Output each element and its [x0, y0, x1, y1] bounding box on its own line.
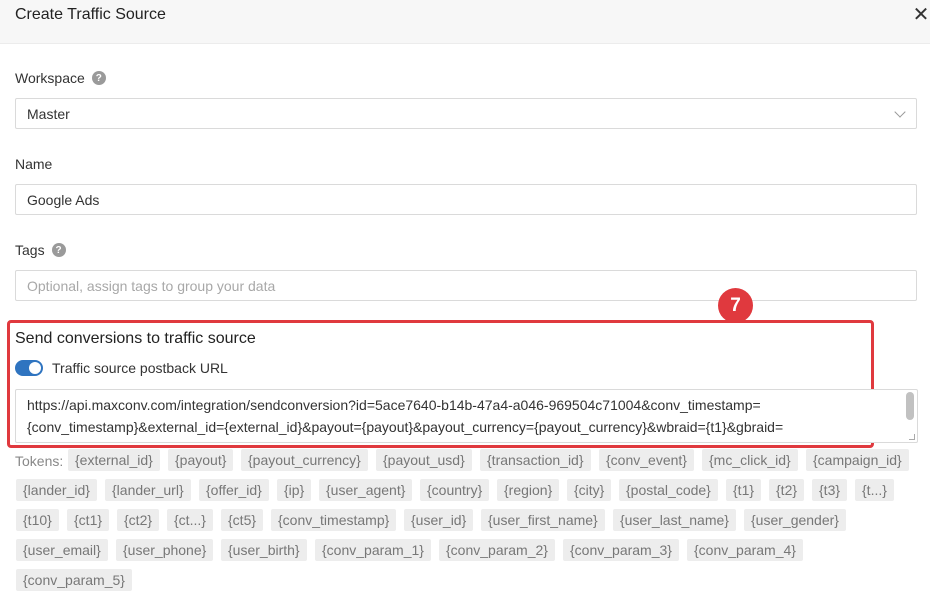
token-chip[interactable]: {conv_param_1}: [315, 539, 431, 561]
token-chip[interactable]: {ct5}: [221, 509, 264, 531]
name-input[interactable]: Google Ads: [15, 184, 917, 215]
workspace-select-value: Master: [27, 105, 70, 122]
token-chip[interactable]: {region}: [497, 479, 560, 501]
token-chip[interactable]: {mc_click_id}: [702, 449, 798, 471]
token-chip[interactable]: {t...}: [855, 479, 894, 501]
postback-url-line: {conv_timestamp}&external_id={external_i…: [27, 419, 784, 435]
tags-input-placeholder: Optional, assign tags to group your data: [27, 277, 276, 294]
resize-grip-icon[interactable]: [909, 434, 915, 440]
textarea-scrollbar[interactable]: [906, 392, 914, 420]
postback-toggle[interactable]: [15, 360, 43, 376]
token-chip[interactable]: {user_first_name}: [481, 509, 605, 531]
chevron-down-icon: [894, 106, 906, 118]
token-chip[interactable]: {user_birth}: [221, 539, 307, 561]
tags-label: Tags ?: [15, 242, 66, 258]
postback-toggle-row: Traffic source postback URL: [15, 360, 228, 376]
help-icon[interactable]: ?: [51, 243, 66, 257]
token-chip[interactable]: {conv_timestamp}: [271, 509, 397, 531]
token-chip[interactable]: {t2}: [769, 479, 805, 501]
close-icon[interactable]: ✕: [912, 4, 930, 26]
token-chip[interactable]: {ct1}: [67, 509, 110, 531]
token-chip[interactable]: {conv_param_3}: [563, 539, 679, 561]
token-chip[interactable]: {t3}: [812, 479, 848, 501]
token-chip[interactable]: {external_id}: [68, 449, 160, 471]
token-chip[interactable]: {transaction_id}: [480, 449, 591, 471]
token-chip[interactable]: {user_gender}: [744, 509, 846, 531]
token-chip[interactable]: {postal_code}: [619, 479, 718, 501]
token-chip[interactable]: {city}: [567, 479, 612, 501]
workspace-label: Workspace ?: [15, 70, 106, 86]
workspace-label-text: Workspace: [15, 70, 85, 86]
postback-toggle-label: Traffic source postback URL: [52, 360, 228, 376]
postback-url-line: https://api.maxconv.com/integration/send…: [27, 397, 761, 413]
workspace-select[interactable]: Master: [15, 98, 917, 129]
token-chip[interactable]: {payout}: [168, 449, 234, 471]
tags-label-text: Tags: [15, 242, 45, 258]
token-chip[interactable]: {conv_event}: [599, 449, 694, 471]
token-chip[interactable]: {campaign_id}: [806, 449, 909, 471]
token-chip[interactable]: {country}: [420, 479, 490, 501]
token-chip[interactable]: {lander_url}: [105, 479, 191, 501]
name-label-text: Name: [15, 156, 53, 172]
name-label: Name: [15, 156, 52, 172]
token-chip[interactable]: {ip}: [277, 479, 312, 501]
token-chip[interactable]: {user_last_name}: [613, 509, 736, 531]
token-chip[interactable]: {conv_param_2}: [439, 539, 555, 561]
modal-title: Create Traffic Source: [15, 6, 166, 23]
token-chip[interactable]: {payout_usd}: [376, 449, 472, 471]
toggle-knob: [29, 362, 41, 374]
token-chip[interactable]: {ct2}: [117, 509, 160, 531]
step-badge: 7: [718, 288, 753, 323]
help-icon[interactable]: ?: [91, 71, 106, 85]
tokens-label: Tokens:: [15, 453, 64, 469]
token-chip[interactable]: {lander_id}: [16, 479, 97, 501]
modal-header: Create Traffic Source ✕: [0, 0, 930, 44]
token-chip[interactable]: {user_phone}: [116, 539, 214, 561]
token-chip[interactable]: {ct...}: [167, 509, 213, 531]
token-chip[interactable]: {payout_currency}: [241, 449, 368, 471]
token-chip[interactable]: {conv_param_5}: [16, 569, 132, 591]
tags-input[interactable]: Optional, assign tags to group your data: [15, 270, 917, 301]
token-chip[interactable]: {conv_param_4}: [687, 539, 803, 561]
token-chip[interactable]: {user_email}: [16, 539, 108, 561]
token-chip[interactable]: {user_agent}: [319, 479, 413, 501]
name-input-value: Google Ads: [27, 191, 100, 208]
token-chip[interactable]: {offer_id}: [199, 479, 269, 501]
token-chip[interactable]: {user_id}: [404, 509, 474, 531]
postback-url-textarea[interactable]: https://api.maxconv.com/integration/send…: [15, 389, 918, 443]
token-chip[interactable]: {t1}: [726, 479, 762, 501]
token-chip[interactable]: {t10}: [16, 509, 59, 531]
section-title: Send conversions to traffic source: [15, 330, 256, 347]
